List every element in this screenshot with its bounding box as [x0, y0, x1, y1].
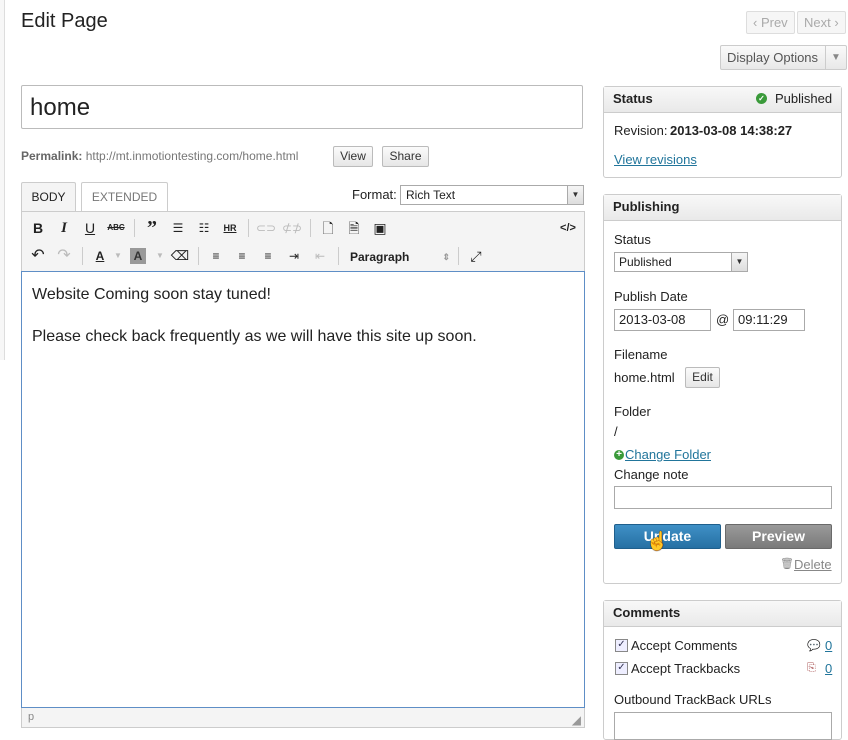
at-symbol: @	[716, 312, 730, 327]
permalink-row: Permalink: http://mt.inmotiontesting.com…	[21, 149, 298, 163]
publishing-panel-title: Publishing	[604, 195, 841, 221]
left-edge	[0, 0, 5, 360]
align-right-icon[interactable]: ≡	[258, 246, 278, 266]
format-select[interactable]: Rich Text ▼	[400, 185, 584, 205]
eraser-icon[interactable]: ⌫	[170, 246, 190, 266]
chevron-down-icon[interactable]: ▼	[108, 246, 128, 266]
accept-comments-label: Accept Comments	[631, 638, 738, 653]
chevron-down-icon: ▼	[825, 46, 846, 69]
change-note-input[interactable]	[614, 486, 832, 509]
editor-toolbar: B I U ABC ” ☰ ☷ HR ⊂⊃ ⊄⊅ 🗋 🗎 ▣ </> ↶ ↷ A…	[21, 211, 585, 271]
indent-icon[interactable]: ⇥	[284, 246, 304, 266]
status-panel-header: Status ✓ Published	[604, 87, 841, 113]
accept-trackbacks-checkbox[interactable]: ✓	[615, 662, 628, 675]
editor-statusbar: p ◢	[21, 708, 585, 728]
status-state: Published	[775, 91, 833, 106]
check-icon: ✓	[756, 93, 767, 104]
edit-filename-button[interactable]: Edit	[685, 367, 720, 388]
tab-body[interactable]: BODY	[21, 182, 76, 211]
permalink-url: http://mt.inmotiontesting.com/home.html	[85, 149, 299, 163]
paragraph-label: Paragraph	[350, 250, 410, 264]
align-left-icon[interactable]: ≡	[206, 246, 226, 266]
editor-line: Website Coming soon stay tuned!	[32, 286, 271, 303]
filename-value: home.html	[614, 370, 675, 385]
insert-image-icon[interactable]: ▣	[370, 218, 390, 238]
insert-file-icon[interactable]: 🗋	[318, 218, 338, 238]
link-icon[interactable]: ⊂⊃	[256, 218, 276, 238]
bold-icon[interactable]: B	[28, 218, 48, 238]
unlink-icon[interactable]: ⊄⊅	[282, 218, 302, 238]
outdent-icon[interactable]: ⇤	[310, 246, 330, 266]
status-select-value: Published	[619, 255, 672, 269]
status-panel-title: Status	[613, 91, 653, 106]
paragraph-select[interactable]: Paragraph ⇕	[350, 248, 450, 266]
format-value: Rich Text	[406, 188, 456, 202]
delete-link[interactable]: Delete	[794, 557, 832, 572]
page-title: Edit Page	[21, 10, 108, 32]
fullscreen-icon[interactable]: ⤢	[466, 246, 486, 266]
align-center-icon[interactable]: ≡	[232, 246, 252, 266]
blockquote-icon[interactable]: ”	[142, 218, 162, 238]
plus-icon: +	[614, 450, 624, 460]
text-color-icon[interactable]: A	[90, 246, 110, 266]
italic-icon[interactable]: I	[54, 218, 74, 238]
trash-icon: 🗑	[780, 558, 794, 570]
trackback-icon: ⎘	[807, 662, 816, 674]
revision-label: Revision:	[614, 123, 668, 138]
chevron-down-icon: ▼	[731, 253, 747, 271]
source-code-icon[interactable]: </>	[558, 218, 578, 238]
chevron-down-icon: ▼	[567, 186, 583, 204]
resize-handle-icon[interactable]: ◢	[572, 713, 581, 727]
view-revisions-link[interactable]: View revisions	[614, 152, 697, 167]
permalink-label: Permalink:	[21, 149, 83, 163]
editor-body[interactable]: Website Coming soon stay tuned! Please c…	[21, 271, 585, 708]
view-button[interactable]: View	[333, 146, 373, 167]
accept-trackbacks-label: Accept Trackbacks	[631, 661, 741, 676]
accept-comments-checkbox[interactable]: ✓	[615, 639, 628, 652]
folder-label: Folder	[614, 404, 651, 419]
publish-date-label: Publish Date	[614, 289, 688, 304]
publishing-panel: Publishing Status Published ▼ Publish Da…	[603, 194, 842, 584]
folder-value: /	[614, 424, 618, 439]
horizontal-rule-icon[interactable]: HR	[220, 218, 240, 238]
comments-count-link[interactable]: 0	[825, 638, 832, 653]
underline-icon[interactable]: U	[80, 218, 100, 238]
revision-value: 2013-03-08 14:38:27	[670, 123, 793, 138]
trackbacks-count-link[interactable]: 0	[825, 661, 832, 676]
strikethrough-icon[interactable]: ABC	[106, 218, 126, 238]
insert-document-icon[interactable]: 🗎	[344, 218, 364, 238]
hand-cursor-icon: ☝	[646, 531, 669, 551]
publish-date-input[interactable]: 2013-03-08	[614, 309, 711, 331]
numbered-list-icon[interactable]: ☷	[194, 218, 214, 238]
status-select[interactable]: Published ▼	[614, 252, 748, 272]
undo-icon[interactable]: ↶	[28, 246, 48, 266]
comments-panel-title: Comments	[604, 601, 841, 627]
chevron-down-icon[interactable]: ▼	[150, 246, 170, 266]
tab-extended[interactable]: EXTENDED	[81, 182, 168, 211]
comment-icon: 💬	[807, 640, 821, 652]
share-button[interactable]: Share	[382, 146, 429, 167]
comments-panel: Comments ✓ Accept Comments 💬 0 ✓ Accept …	[603, 600, 842, 740]
preview-button[interactable]: Preview	[725, 524, 832, 549]
element-path: p	[28, 711, 35, 723]
change-note-label: Change note	[614, 467, 689, 482]
status-label: Status	[614, 232, 651, 247]
publish-time-input[interactable]: 09:11:29	[733, 309, 805, 331]
prev-button[interactable]: ‹ Prev	[746, 11, 795, 34]
next-button[interactable]: Next ›	[797, 11, 846, 34]
display-options-label: Display Options	[727, 50, 819, 65]
format-label: Format:	[352, 187, 397, 202]
outbound-trackback-input[interactable]	[614, 712, 832, 740]
redo-icon[interactable]: ↷	[54, 246, 74, 266]
display-options-button[interactable]: Display Options ▼	[720, 45, 847, 70]
status-panel: Status ✓ Published Revision: 2013-03-08 …	[603, 86, 842, 178]
background-color-icon[interactable]: A	[130, 248, 146, 264]
title-input[interactable]: home	[21, 85, 583, 129]
change-folder-link[interactable]: Change Folder	[625, 447, 711, 462]
editor-line: Please check back frequently as we will …	[32, 328, 477, 345]
bulleted-list-icon[interactable]: ☰	[168, 218, 188, 238]
outbound-trackback-label: Outbound TrackBack URLs	[614, 692, 772, 707]
filename-label: Filename	[614, 347, 668, 362]
chevron-updown-icon: ⇕	[442, 252, 450, 262]
